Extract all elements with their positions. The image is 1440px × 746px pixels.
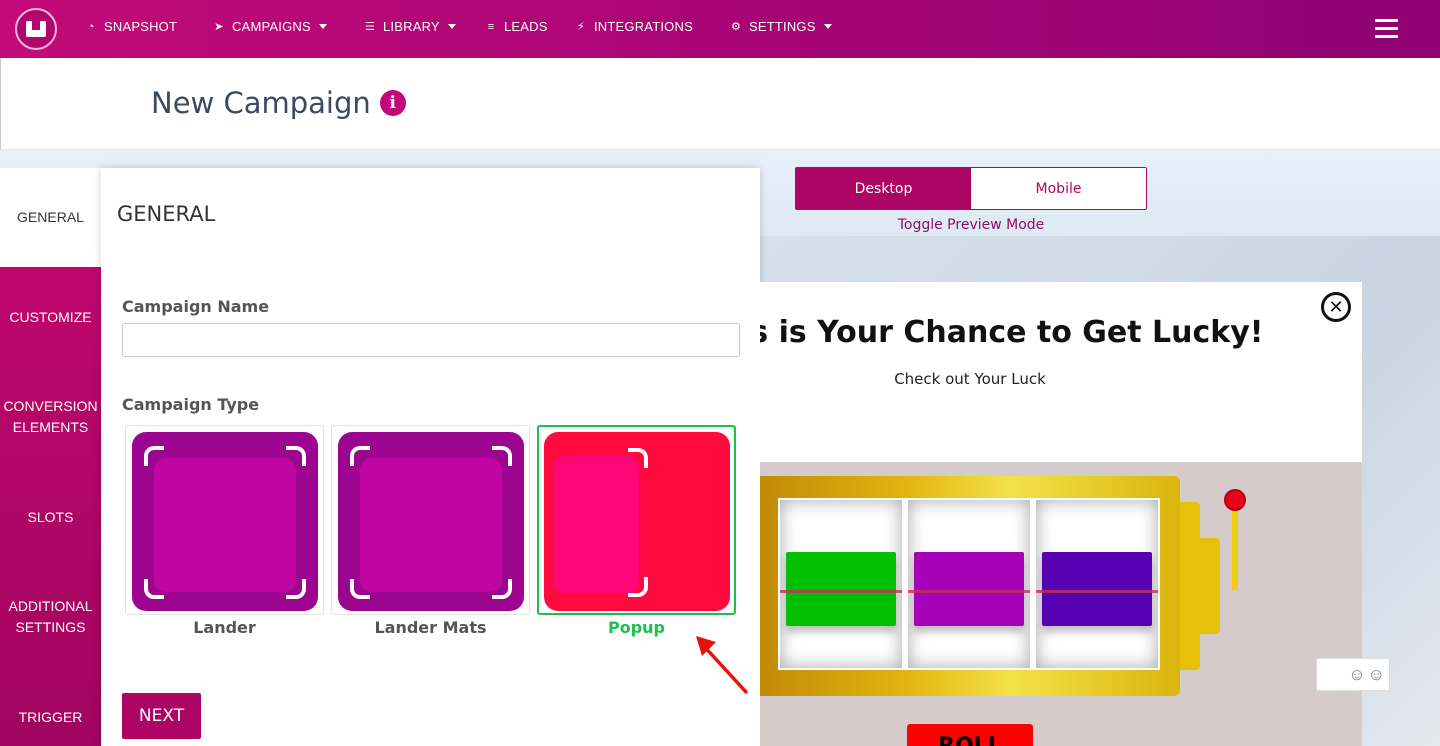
page-header: New Campaign i — [0, 58, 1440, 150]
campaign-type-lander[interactable] — [125, 425, 324, 615]
slot-reels — [778, 498, 1160, 670]
nav-integrations-label: INTEGRATIONS — [594, 19, 693, 34]
slot-side-panel — [1180, 502, 1200, 670]
nav-leads[interactable]: ≡ LEADS — [484, 19, 548, 34]
dashboard-icon: ◔ — [87, 20, 95, 33]
sidebar-item-general[interactable]: GENERAL — [0, 168, 101, 267]
desktop-preview-button[interactable]: Desktop — [796, 168, 971, 209]
annotation-arrow-icon — [696, 636, 748, 694]
nav-library-label: LIBRARY — [383, 19, 440, 34]
campaign-type-lander-mats-label: Lander Mats — [374, 618, 487, 637]
nav-library[interactable]: ☰ LIBRARY — [363, 19, 456, 34]
campaign-preview-popup: is is Your Chance to Get Lucky! Check ou… — [760, 282, 1362, 746]
campaign-name-input[interactable] — [122, 323, 740, 357]
nav-integrations[interactable]: ⚡ INTEGRATIONS — [574, 19, 693, 34]
popup-title: is is Your Chance to Get Lucky! — [760, 315, 1264, 350]
page-title: New Campaign i — [151, 86, 406, 120]
roll-button[interactable]: ROLL — [907, 724, 1033, 746]
campaign-type-lander-label: Lander — [193, 618, 256, 637]
campaign-type-popup[interactable] — [537, 425, 736, 615]
preview-mode-toggle: Desktop Mobile — [795, 167, 1147, 210]
close-icon[interactable]: ✕ — [1321, 292, 1351, 322]
campaign-name-label: Campaign Name — [122, 297, 270, 316]
reel-symbol — [786, 552, 896, 626]
nav-settings[interactable]: ⚙ SETTINGS — [729, 19, 832, 34]
reel-symbol — [1042, 552, 1152, 626]
sidebar-item-additional-settings[interactable]: ADDITIONAL SETTINGS — [0, 596, 101, 638]
campaign-type-lander-mats[interactable] — [331, 425, 530, 615]
nav-campaigns-label: CAMPAIGNS — [232, 19, 311, 34]
paper-plane-icon: ➤ — [214, 21, 224, 33]
slot-reel — [1036, 500, 1158, 668]
nav-settings-label: SETTINGS — [749, 19, 816, 34]
chevron-down-icon — [318, 24, 327, 29]
chevron-down-icon — [447, 24, 456, 29]
sidebar-item-customize[interactable]: CUSTOMIZE — [0, 307, 101, 328]
slot-reel — [908, 500, 1030, 668]
panel-title: GENERAL — [117, 202, 216, 226]
add-emoji-icon[interactable]: ☺ — [1348, 665, 1365, 685]
sidebar-item-slots[interactable]: SLOTS — [0, 507, 101, 528]
reel-symbol — [914, 552, 1024, 626]
emoji-reaction-widget[interactable]: ☺ ☺ — [1316, 658, 1390, 691]
nav-campaigns[interactable]: ➤ CAMPAIGNS — [212, 19, 327, 34]
app-logo[interactable] — [15, 8, 57, 50]
popup-subtitle: Check out Your Luck — [894, 370, 1046, 388]
info-icon[interactable]: i — [379, 90, 406, 116]
list-icon: ≡ — [487, 20, 495, 33]
page-title-text: New Campaign — [151, 86, 371, 120]
toggle-preview-hint: Toggle Preview Mode — [897, 217, 1045, 233]
mobile-preview-button[interactable]: Mobile — [971, 168, 1146, 209]
top-navbar: ◔ SNAPSHOT ➤ CAMPAIGNS ☰ LIBRARY ≡ LEADS… — [0, 0, 1440, 58]
lander-mats-thumbnail — [338, 432, 524, 611]
hamburger-menu-icon[interactable] — [1375, 19, 1398, 38]
library-icon: ☰ — [364, 21, 376, 33]
nav-snapshot[interactable]: ◔ SNAPSHOT — [84, 19, 177, 34]
gears-icon: ⚙ — [730, 21, 742, 33]
lander-thumbnail — [132, 432, 318, 611]
slot-lever-knob[interactable] — [1224, 489, 1246, 511]
smiley-icon[interactable]: ☺ — [1368, 665, 1385, 685]
slot-lever[interactable] — [1232, 500, 1238, 590]
sidebar-item-conversion-elements[interactable]: CONVERSION ELEMENTS — [0, 396, 101, 438]
campaign-type-label: Campaign Type — [122, 395, 260, 414]
popup-header: is is Your Chance to Get Lucky! Check ou… — [760, 282, 1362, 462]
general-panel: GENERAL Campaign Name Campaign Type Land… — [101, 168, 760, 746]
nav-leads-label: LEADS — [504, 19, 548, 34]
next-button[interactable]: NEXT — [122, 693, 201, 739]
slot-side-panel — [1200, 538, 1220, 634]
slot-reel — [780, 500, 902, 668]
slot-machine — [760, 476, 1180, 696]
nav-snapshot-label: SNAPSHOT — [104, 19, 178, 34]
campaign-sidebar: GENERAL CUSTOMIZE CONVERSION ELEMENTS SL… — [0, 168, 101, 746]
chevron-down-icon — [823, 24, 832, 29]
plug-icon: ⚡ — [577, 21, 585, 33]
popup-thumbnail — [544, 432, 730, 611]
sidebar-item-trigger[interactable]: TRIGGER — [0, 707, 101, 728]
